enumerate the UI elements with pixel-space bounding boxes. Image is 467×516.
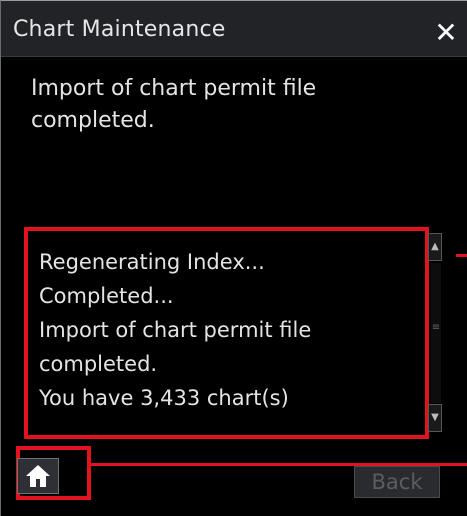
close-button[interactable]: ✕ — [431, 19, 461, 49]
log-line-completed: Completed... — [39, 284, 174, 308]
back-button[interactable]: Back — [354, 466, 440, 498]
chevron-up-icon: ▲ — [431, 241, 439, 252]
status-message-line-2: completed. — [31, 108, 155, 133]
home-icon — [26, 465, 50, 487]
log-line-regenerating: Regenerating Index... — [39, 250, 265, 274]
scroll-up-button[interactable]: ▲ — [428, 233, 442, 261]
status-message: Import of chart permit file completed. — [31, 73, 431, 137]
chart-maintenance-dialog: Chart Maintenance ✕ Import of chart perm… — [0, 0, 467, 516]
home-button[interactable] — [17, 458, 59, 494]
scroll-down-button[interactable]: ▼ — [428, 404, 442, 432]
log-line-chart-count: You have 3,433 chart(s) — [39, 386, 289, 410]
close-icon: ✕ — [434, 16, 458, 49]
callout-line-log — [456, 254, 467, 257]
chevron-down-icon: ▼ — [431, 412, 439, 423]
log-line-import: Import of chart permit file — [39, 318, 312, 342]
grip-icon: ≡ — [431, 322, 441, 333]
log-line-import-completed: completed. — [39, 352, 158, 376]
scrollbar-thumb[interactable]: ≡ — [431, 313, 441, 343]
callout-line-home — [91, 463, 467, 466]
progress-log-list: Regenerating Index... Completed... Impor… — [24, 227, 429, 439]
dialog-title: Chart Maintenance — [13, 17, 226, 42]
titlebar: Chart Maintenance ✕ — [1, 1, 467, 57]
status-message-line-1: Import of chart permit file — [31, 76, 317, 101]
